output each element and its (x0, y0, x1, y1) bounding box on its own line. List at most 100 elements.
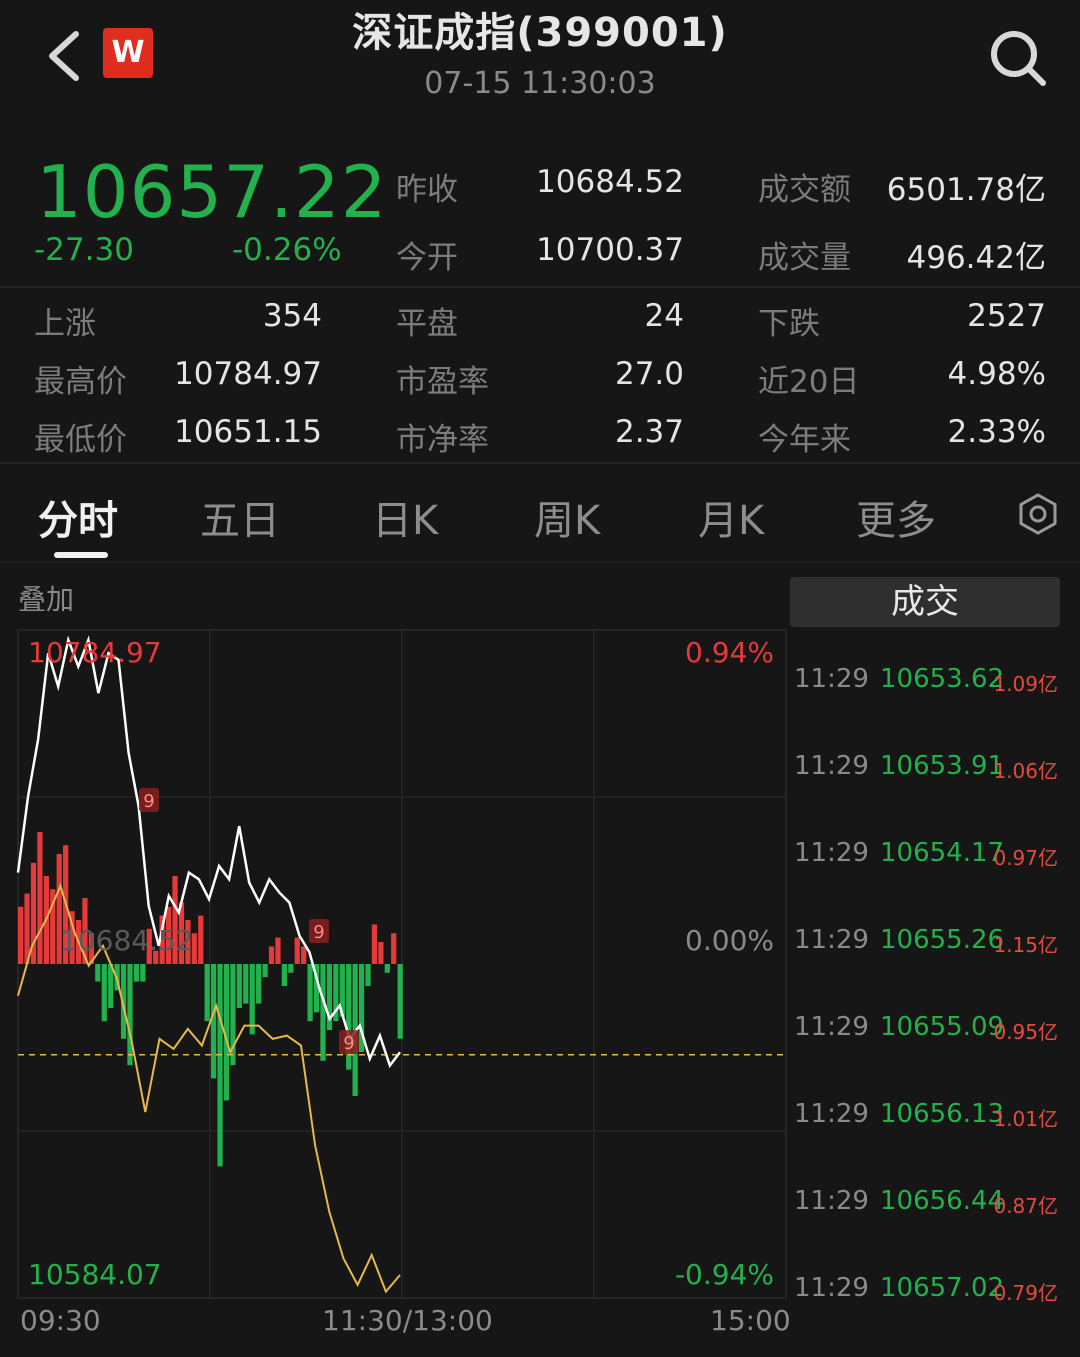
stat-value: 2.33% (947, 414, 1046, 450)
volume-bar (204, 964, 210, 1022)
tab-five-day[interactable]: 五日 (200, 488, 280, 546)
tab-daily-k[interactable]: 日K (372, 488, 438, 546)
tab-more[interactable]: 更多 (856, 488, 936, 546)
trades-header[interactable]: 成交 (790, 577, 1060, 627)
volume-bar (268, 946, 275, 964)
trade-price: 10655.09 (880, 1012, 1005, 1042)
intraday-chart: 9 9 9 10784.97 0.94% 10684.52 0.00% 10584.… (16, 629, 787, 1299)
volume-bar (217, 964, 223, 1167)
trade-price: 10653.62 (880, 664, 1005, 694)
trade-price: 10656.44 (880, 1186, 1005, 1216)
trade-row: 11:29 10655.26 1.15亿 (794, 925, 1066, 965)
trade-row: 11:29 10654.17 0.97亿 (794, 838, 1066, 878)
stat-value: 4.98% (947, 356, 1046, 392)
field-label: 今开 (396, 240, 458, 276)
active-tab-indicator (54, 552, 108, 558)
volume-bar (262, 964, 268, 978)
trade-price: 10655.26 (880, 925, 1005, 955)
volume-bar (294, 937, 300, 964)
trade-time: 11:29 (794, 838, 869, 868)
tab-weekly-k[interactable]: 周K (534, 488, 600, 546)
trade-volume: 0.95亿 (993, 1020, 1058, 1044)
pct-mid-label: 0.00% (685, 924, 774, 957)
time-label-midday: 11:30/13:00 (322, 1304, 493, 1337)
prev-close-label: 10684.52 (60, 924, 194, 957)
time-label-close: 15:00 (710, 1304, 791, 1337)
trade-volume: 1.01亿 (993, 1107, 1058, 1131)
stat-label: 今年来 (758, 422, 851, 458)
stat-value: 2.37 (614, 414, 684, 450)
trade-volume: 0.79亿 (993, 1281, 1058, 1305)
volume-bar (256, 964, 262, 1004)
stat-label: 近20日 (758, 364, 860, 400)
volume-bar (18, 906, 24, 964)
stat-label: 最低价 (34, 422, 127, 458)
volume-bar (198, 915, 204, 964)
trade-price: 10653.91 (880, 751, 1005, 781)
volume-bar (397, 964, 403, 1039)
low-price-label: 10584.07 (28, 1258, 162, 1291)
chart-settings-button[interactable] (1016, 492, 1060, 536)
stat-value: 24 (644, 298, 684, 334)
field-value: 6501.78亿 (886, 172, 1046, 208)
stat-value: 10784.97 (174, 356, 322, 392)
tab-monthly-k[interactable]: 月K (698, 488, 764, 546)
trade-time: 11:29 (794, 1099, 869, 1129)
price-change: -27.30 (34, 232, 134, 268)
volume-bar (211, 964, 217, 1079)
pct-top-label: 0.94% (685, 636, 774, 669)
trade-volume: 1.06亿 (993, 759, 1058, 783)
trade-time: 11:29 (794, 751, 869, 781)
trade-price: 10657.02 (880, 1273, 1005, 1303)
tab-intraday[interactable]: 分时 (38, 488, 118, 546)
volume-bar (320, 964, 326, 1061)
field-label: 成交量 (758, 240, 851, 276)
price-change-pct: -0.26% (232, 232, 342, 268)
trade-time: 11:29 (794, 664, 869, 694)
volume-bar (281, 964, 287, 986)
trade-row: 11:29 10655.09 0.95亿 (794, 1012, 1066, 1052)
volume-bar (95, 964, 101, 982)
event-marker-label: 9 (143, 791, 154, 812)
trade-volume: 0.87亿 (993, 1194, 1058, 1218)
volume-bar (243, 964, 249, 1004)
trade-row: 11:29 10653.62 1.09亿 (794, 664, 1066, 704)
stat-label: 市净率 (396, 422, 489, 458)
trade-volume: 0.97亿 (993, 846, 1058, 870)
last-price: 10657.22 (36, 150, 388, 234)
event-markers: 9 9 9 (139, 788, 359, 1054)
trade-row: 11:29 10656.13 1.01亿 (794, 1099, 1066, 1139)
trade-time: 11:29 (794, 1273, 869, 1303)
volume-bar (307, 964, 313, 1022)
overlay-button[interactable]: 叠加 (18, 578, 74, 618)
page-title: 深证成指(399001) (352, 10, 728, 56)
timestamp: 07-15 11:30:03 (424, 66, 656, 101)
high-price-label: 10784.97 (28, 636, 162, 669)
trade-time: 11:29 (794, 925, 869, 955)
time-label-open: 09:30 (20, 1304, 101, 1337)
volume-bar (288, 964, 294, 973)
volume-bar (301, 946, 307, 964)
trade-volume: 1.09亿 (993, 672, 1058, 696)
divider (0, 562, 1080, 563)
stat-label: 最高价 (34, 364, 127, 400)
divider (0, 462, 1080, 464)
field-label: 昨收 (396, 172, 458, 208)
volume-bar (133, 964, 140, 982)
search-icon (991, 31, 1046, 86)
stat-label: 下跌 (758, 306, 820, 342)
volume-bar (37, 832, 43, 964)
stat-value: 354 (262, 298, 322, 334)
stat-value: 2527 (967, 298, 1046, 334)
volume-bar (371, 924, 378, 964)
stat-label: 平盘 (396, 306, 458, 342)
stat-label: 上涨 (34, 306, 96, 342)
pct-bottom-label: -0.94% (675, 1258, 774, 1291)
field-label: 成交额 (758, 172, 851, 208)
volume-bar (140, 964, 146, 982)
search-button[interactable] (988, 28, 1048, 88)
volume-bar (378, 942, 384, 964)
field-value: 496.42亿 (906, 240, 1046, 276)
field-value: 10700.37 (536, 232, 684, 268)
volume-bar (24, 893, 30, 964)
